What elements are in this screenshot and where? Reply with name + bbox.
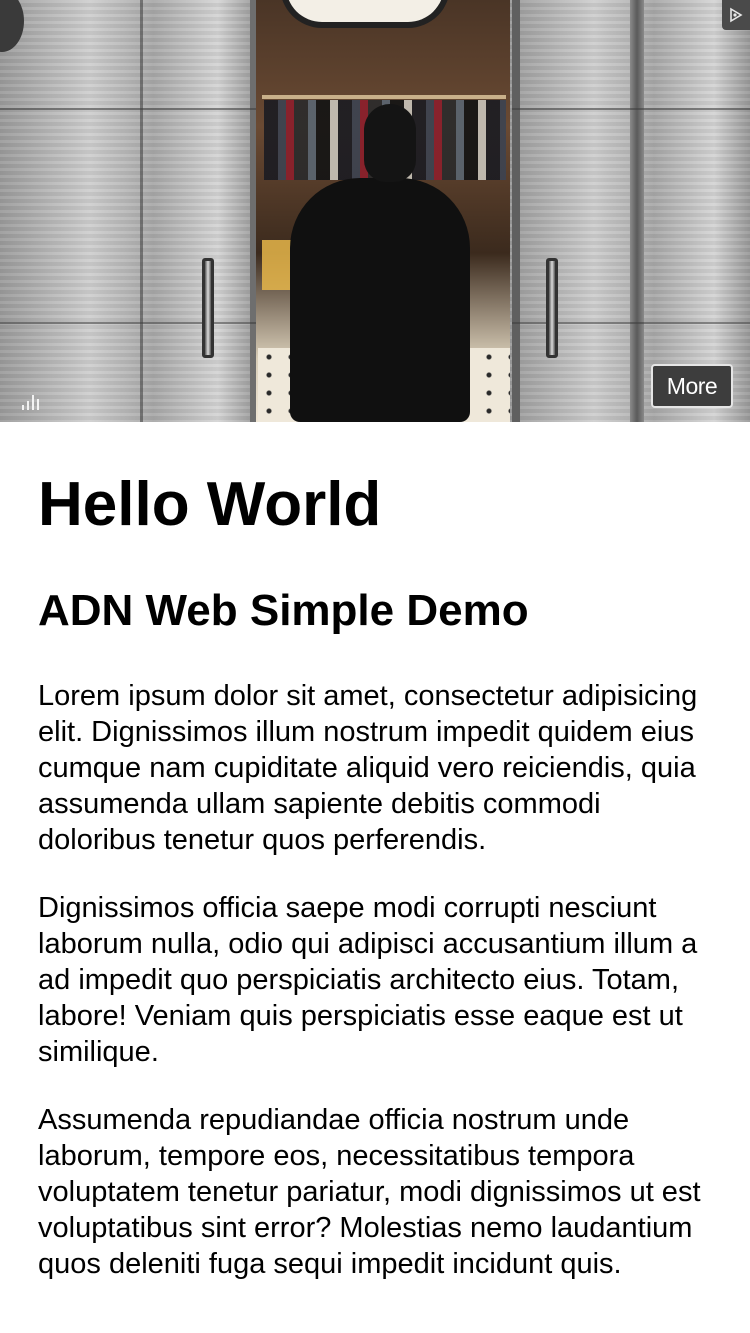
article: Hello World ADN Web Simple Demo Lorem ip… bbox=[0, 422, 750, 1282]
door-handle-right bbox=[546, 258, 558, 358]
wall-seam bbox=[140, 0, 143, 422]
article-paragraph: Lorem ipsum dolor sit amet, consectetur … bbox=[38, 680, 698, 856]
page-subtitle: ADN Web Simple Demo bbox=[38, 586, 529, 635]
volume-bars-icon[interactable] bbox=[22, 392, 39, 410]
door-edge-right bbox=[512, 0, 520, 422]
volume-bar bbox=[27, 401, 29, 410]
video-frame-person-head bbox=[364, 104, 416, 182]
ad-choices-glyph bbox=[730, 7, 743, 23]
wall-seam bbox=[630, 0, 644, 422]
article-paragraph: Dignissimos officia saepe modi corrupti … bbox=[38, 892, 698, 1068]
volume-bar bbox=[37, 399, 39, 410]
ad-choices-icon[interactable] bbox=[722, 0, 750, 30]
door-edge-left bbox=[250, 0, 256, 422]
page-title: Hello World bbox=[38, 470, 382, 539]
wall-seam bbox=[0, 322, 256, 324]
volume-bar bbox=[32, 395, 34, 410]
wall-seam bbox=[512, 108, 750, 110]
more-button[interactable]: More bbox=[651, 364, 733, 408]
video-frame-person bbox=[290, 178, 470, 422]
article-paragraph: Assumenda repudiandae officia nostrum un… bbox=[38, 1104, 701, 1280]
video-ad[interactable]: More bbox=[0, 0, 750, 422]
volume-bar bbox=[22, 405, 24, 410]
door-handle-left bbox=[202, 258, 214, 358]
wall-seam bbox=[0, 108, 256, 110]
video-frame-wall-left bbox=[0, 0, 256, 422]
video-frame-ceiling-light bbox=[280, 0, 450, 28]
video-frame-clothes-rail bbox=[262, 95, 506, 99]
